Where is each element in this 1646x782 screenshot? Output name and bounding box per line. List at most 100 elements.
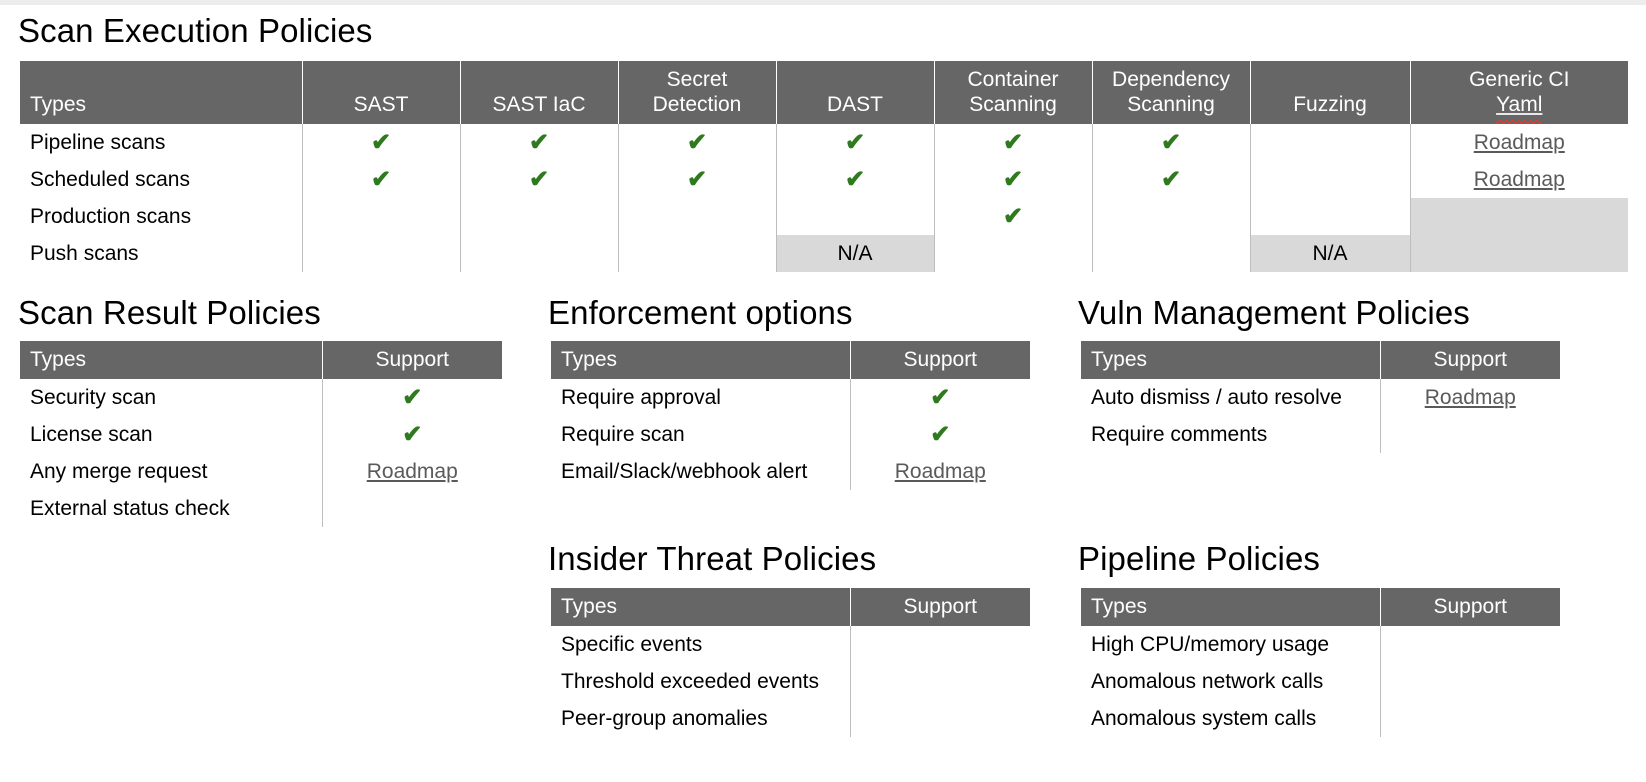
support-cell-empty (459, 235, 618, 272)
support-cell-roadmap: Roadmap (1409, 124, 1628, 161)
column-header-types: Types (20, 341, 322, 379)
support-cell-supported: ✔ (849, 379, 1030, 416)
column-header-generic-ci-yaml-line2: Yaml (1496, 93, 1543, 124)
row-label: Auto dismiss / auto resolve (1091, 385, 1342, 409)
pipeline-policies-table: Types Support High CPU/memory usage Anoma… (1081, 588, 1560, 737)
check-icon: ✔ (528, 128, 550, 156)
support-cell-supported: ✔ (617, 124, 776, 161)
check-icon: ✔ (930, 420, 951, 448)
roadmap-link[interactable]: Roadmap (1474, 168, 1565, 191)
support-cell-supported: ✔ (849, 416, 1030, 453)
check-icon: ✔ (930, 383, 951, 411)
check-icon: ✔ (402, 383, 423, 411)
check-icon: ✔ (1002, 128, 1024, 156)
roadmap-link[interactable]: Roadmap (895, 460, 986, 483)
column-header-support: Support (849, 341, 1030, 379)
check-icon: ✔ (844, 165, 866, 193)
column-header-generic-ci-yaml: Generic CI Yaml (1409, 61, 1628, 124)
column-header-container-scanning-line2: Scanning (969, 93, 1057, 116)
table-row: Production scans ✔ (20, 198, 1628, 235)
support-cell-roadmap: Roadmap (849, 453, 1030, 490)
pipeline-policies-body: High CPU/memory usage Anomalous network c… (1081, 626, 1560, 737)
support-cell-supported: ✔ (933, 198, 1092, 235)
support-cell-supported: ✔ (617, 161, 776, 198)
support-cell-empty (617, 235, 776, 272)
check-icon: ✔ (1002, 165, 1024, 193)
roadmap-link[interactable]: Roadmap (1474, 131, 1565, 154)
support-cell-empty (1249, 198, 1410, 235)
insider-threat-policies-table: Types Support Specific events Threshold e… (551, 588, 1030, 737)
support-cell-supported: ✔ (933, 124, 1092, 161)
row-label: Specific events (561, 632, 703, 656)
row-label: License scan (30, 422, 153, 446)
support-cell-empty (849, 663, 1030, 700)
check-icon: ✔ (370, 165, 392, 193)
section-title-scan-execution-policies: Scan Execution Policies (18, 12, 373, 49)
column-header-container-scanning-line1: Container (967, 68, 1059, 91)
support-cell-empty (1379, 416, 1560, 453)
support-cell-roadmap: Roadmap (1409, 161, 1628, 198)
column-header-support: Support (321, 341, 502, 379)
row-label: External status check (30, 496, 230, 520)
table-row: Security scan ✔ (20, 379, 502, 416)
section-title-vuln-management-policies: Vuln Management Policies (1078, 294, 1470, 331)
vuln-management-policies-body: Auto dismiss / auto resolve Roadmap Requir… (1081, 379, 1560, 453)
roadmap-link[interactable]: Roadmap (1425, 386, 1516, 409)
support-cell-supported: ✔ (301, 161, 460, 198)
table-row: Require comments (1081, 416, 1560, 453)
table-header-row: Types Support (1081, 588, 1560, 626)
table-row: Peer-group anomalies (551, 700, 1030, 737)
column-header-types: Types (1081, 588, 1380, 626)
scan-result-policies-body: Security scan ✔ License scan ✔ Any merge req… (20, 379, 502, 527)
section-title-enforcement-options: Enforcement options (548, 294, 853, 331)
column-header-generic-ci-yaml-line1: Generic CI (1469, 68, 1570, 91)
table-header-row: Types Support (551, 588, 1030, 626)
table-row: Anomalous network calls (1081, 663, 1560, 700)
support-cell-empty (849, 626, 1030, 663)
row-label: Anomalous system calls (1091, 706, 1317, 730)
column-header-types: Types (551, 341, 850, 379)
support-cell-supported: ✔ (321, 379, 502, 416)
table-row: External status check (20, 490, 502, 527)
column-header-dependency-scanning-line1: Dependency (1112, 68, 1230, 91)
support-cell-roadmap: Roadmap (1379, 379, 1560, 416)
table-row: Email/Slack/webhook alert Roadmap (551, 453, 1030, 490)
roadmap-link[interactable]: Roadmap (367, 460, 458, 483)
table-row: Specific events (551, 626, 1030, 663)
support-cell-empty (617, 198, 776, 235)
table-row: Anomalous system calls (1081, 700, 1560, 737)
support-cell-empty (849, 700, 1030, 737)
support-cell-empty (301, 235, 460, 272)
column-header-container-scanning: Container Scanning (933, 61, 1092, 124)
row-label: Security scan (30, 385, 157, 409)
column-header-secret-detection-line2: Detection (652, 93, 742, 116)
table-row: Push scans N/A N/A (20, 235, 1628, 272)
table-row: Auto dismiss / auto resolve Roadmap (1081, 379, 1560, 416)
table-row: Any merge request Roadmap (20, 453, 502, 490)
column-header-types: Types (1081, 341, 1380, 379)
column-header-secret-detection: Secret Detection (617, 61, 776, 124)
support-cell-empty (1091, 198, 1250, 235)
support-cell-supported: ✔ (301, 124, 460, 161)
column-header-sast-iac: SAST IaC (459, 61, 618, 124)
check-icon: ✔ (844, 128, 866, 156)
check-icon: ✔ (370, 128, 392, 156)
column-header-dast: DAST (775, 61, 934, 124)
column-header-dependency-scanning: Dependency Scanning (1091, 61, 1250, 124)
support-cell-supported: ✔ (1091, 124, 1250, 161)
section-title-pipeline-policies: Pipeline Policies (1078, 540, 1320, 577)
support-cell-empty (321, 490, 502, 527)
check-icon: ✔ (1002, 202, 1024, 230)
table-row: Require approval ✔ (551, 379, 1030, 416)
scan-execution-policies-body: Pipeline scans ✔ ✔ ✔ ✔ ✔ ✔ Roadmap Scheduled sca… (20, 124, 1628, 272)
support-cell-supported: ✔ (459, 124, 618, 161)
enforcement-options-table: Types Support Require approval ✔ Require s… (551, 341, 1030, 490)
table-row: License scan ✔ (20, 416, 502, 453)
column-header-secret-detection-line1: Secret (666, 68, 728, 91)
column-header-types: Types (20, 61, 302, 124)
table-header-row: Types Support (551, 341, 1030, 379)
check-icon: ✔ (686, 165, 708, 193)
column-header-support: Support (1379, 588, 1560, 626)
column-header-dependency-scanning-line2: Scanning (1127, 93, 1215, 116)
enforcement-options-body: Require approval ✔ Require scan ✔ Email/Slac… (551, 379, 1030, 490)
